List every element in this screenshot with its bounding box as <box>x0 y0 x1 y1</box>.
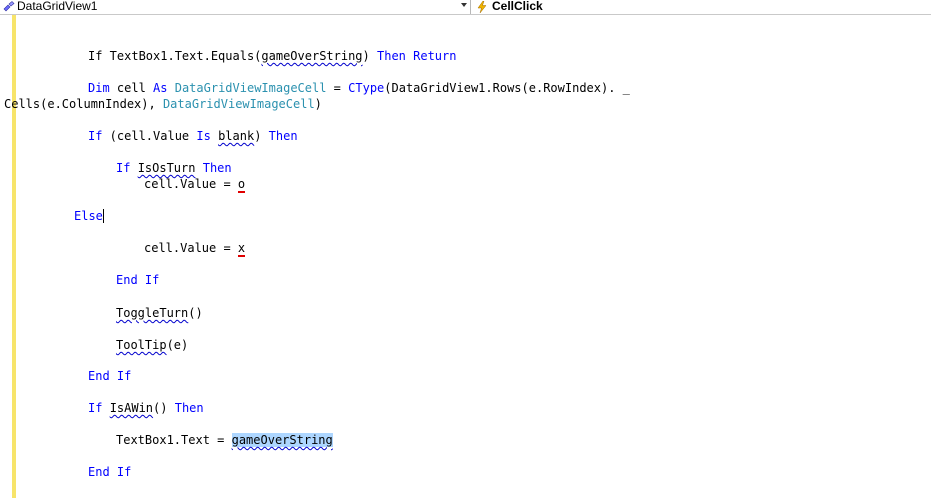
chevron-down-icon[interactable] <box>461 3 467 7</box>
code-line: End If <box>88 465 132 479</box>
code-line: End If <box>116 273 160 287</box>
code-line: End If <box>88 369 132 383</box>
event-dropdown[interactable]: CellClick <box>472 0 931 14</box>
code-line: ToggleTurn() <box>116 306 203 320</box>
selected-text: gameOverString <box>231 433 333 447</box>
code-line: If IsAWin() Then <box>88 401 204 415</box>
text-caret <box>102 209 104 223</box>
code-line: Dim cell As DataGridViewImageCell = CTyp… <box>88 81 630 95</box>
code-editor[interactable]: If TextBox1.Text.Equals(gameOverString) … <box>0 0 630 479</box>
event-dropdown-label: CellClick <box>492 0 543 13</box>
code-line: cell.Value = x <box>144 241 246 257</box>
code-navigation-bar: DataGridView1 CellClick <box>0 0 931 15</box>
object-dropdown-label: DataGridView1 <box>17 0 98 13</box>
code-line: Cells(e.ColumnIndex), DataGridViewImageC… <box>4 97 322 111</box>
lightning-event-icon <box>477 1 487 13</box>
code-line: TextBox1.Text = gameOverString <box>116 433 333 447</box>
code-line: If (cell.Value Is blank) Then <box>88 129 298 143</box>
code-line: If IsOsTurn Then <box>116 161 232 175</box>
code-line: ToolTip(e) <box>116 338 189 352</box>
code-line: cell.Value = o <box>144 177 246 193</box>
object-dropdown[interactable]: DataGridView1 <box>0 0 471 14</box>
code-line: If TextBox1.Text.Equals(gameOverString) … <box>88 49 457 63</box>
code-line: Else <box>74 209 104 223</box>
